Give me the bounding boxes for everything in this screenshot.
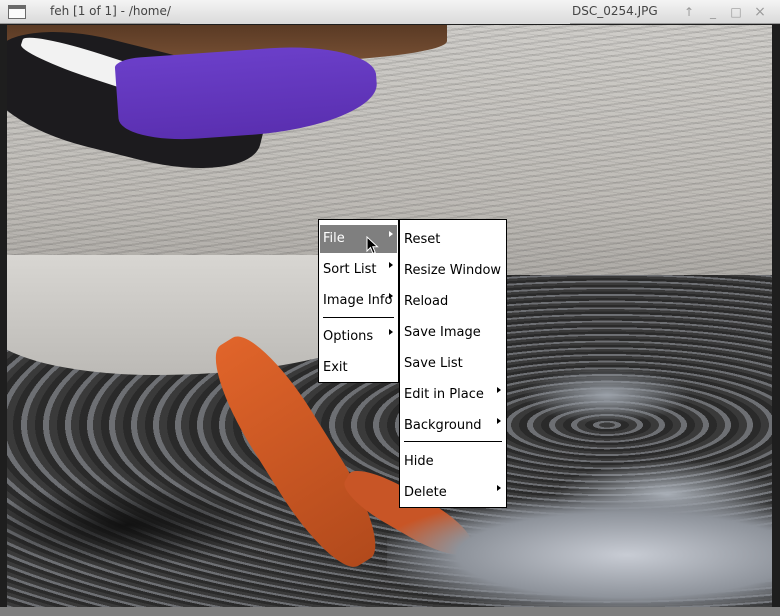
menu-item-label: File <box>323 231 345 246</box>
menu-item-label: Exit <box>323 360 348 375</box>
menu-item-label: Reload <box>404 294 449 309</box>
menu-item-reload[interactable]: Reload <box>401 288 505 316</box>
photo-light-water <box>387 495 772 607</box>
mouse-cursor-icon <box>366 236 379 255</box>
submenu-arrow-icon <box>497 485 501 491</box>
menu-item-edit-in-place[interactable]: Edit in Place <box>401 381 505 409</box>
context-menu: File Sort List Image Info Options Exit <box>318 219 399 383</box>
menu-item-label: Image Info <box>323 293 393 308</box>
menu-item-label: Background <box>404 418 482 433</box>
submenu-arrow-icon <box>497 387 501 393</box>
menu-item-label: Hide <box>404 454 434 469</box>
close-icon[interactable]: × <box>751 3 769 21</box>
menu-item-save-list[interactable]: Save List <box>401 350 505 378</box>
menu-item-reset[interactable]: Reset <box>401 226 505 254</box>
menu-item-label: Save List <box>404 356 463 371</box>
up-icon[interactable]: ↑ <box>680 3 698 21</box>
submenu-arrow-icon <box>389 262 393 268</box>
menu-item-exit[interactable]: Exit <box>320 354 397 382</box>
submenu-arrow-icon <box>389 231 393 237</box>
submenu-arrow-icon <box>389 329 393 335</box>
title-bar[interactable]: feh [1 of 1] - /home/ DSC_0254.JPG ↑ _ □… <box>0 0 780 24</box>
menu-item-delete[interactable]: Delete <box>401 479 505 507</box>
menu-item-label: Options <box>323 329 374 344</box>
menu-item-resize-window[interactable]: Resize Window <box>401 257 505 285</box>
menu-item-label: Reset <box>404 232 441 247</box>
title-gap <box>180 0 570 24</box>
window-title-right: DSC_0254.JPG <box>572 4 658 18</box>
menu-item-image-info[interactable]: Image Info <box>320 287 397 315</box>
menu-item-file[interactable]: File <box>320 225 397 253</box>
menu-item-background[interactable]: Background <box>401 412 505 440</box>
menu-item-save-image[interactable]: Save Image <box>401 319 505 347</box>
window-bottom-border <box>0 607 780 616</box>
menu-item-hide[interactable]: Hide <box>401 448 505 476</box>
menu-item-label: Resize Window <box>404 263 502 278</box>
submenu-arrow-icon <box>389 293 393 299</box>
menu-separator <box>404 441 502 442</box>
maximize-icon[interactable]: □ <box>727 3 745 21</box>
menu-item-label: Delete <box>404 485 447 500</box>
minimize-icon[interactable]: _ <box>704 3 722 21</box>
menu-item-sort-list[interactable]: Sort List <box>320 256 397 284</box>
file-submenu: Reset Resize Window Reload Save Image Sa… <box>399 219 507 508</box>
menu-item-label: Save Image <box>404 325 481 340</box>
submenu-arrow-icon <box>497 418 501 424</box>
menu-item-options[interactable]: Options <box>320 323 397 351</box>
window-menu-icon[interactable] <box>8 5 26 19</box>
menu-separator <box>323 317 394 318</box>
menu-item-label: Sort List <box>323 262 377 277</box>
window-title-left: feh [1 of 1] - /home/ <box>50 4 171 18</box>
menu-item-label: Edit in Place <box>404 387 484 402</box>
